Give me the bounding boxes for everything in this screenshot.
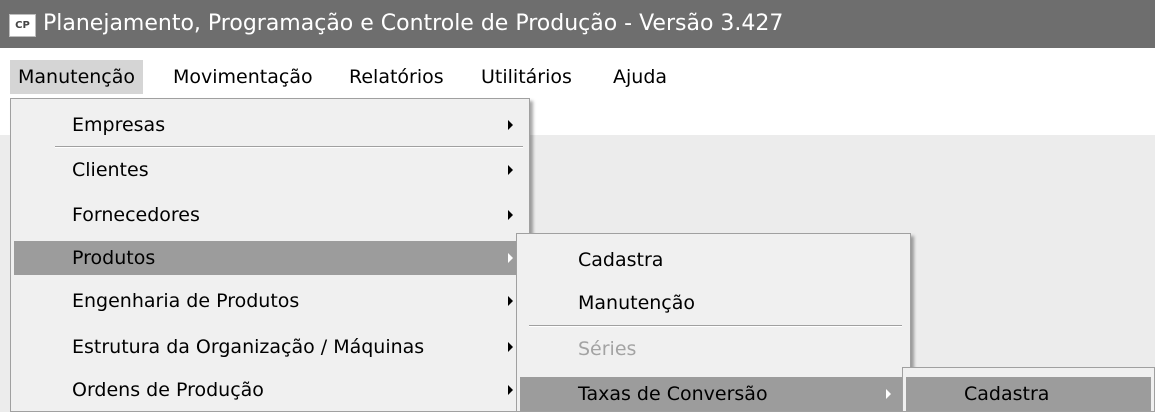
menu-item-series: Séries	[520, 332, 907, 366]
menu-manutencao[interactable]: Manutenção	[10, 60, 144, 94]
menu-item-label: Clientes	[72, 159, 149, 181]
submenu-taxas-de-conversao: Cadastra	[902, 367, 1155, 412]
menu-item-taxas-de-conversao[interactable]: Taxas de Conversão	[520, 377, 907, 411]
app-icon[interactable]: CP	[9, 14, 36, 37]
menu-item-manutencao[interactable]: Manutenção	[520, 286, 907, 320]
menu-item-engenharia-de-produtos[interactable]: Engenharia de Produtos	[14, 284, 526, 318]
menu-item-label: Fornecedores	[72, 204, 200, 226]
menu-item-label: Empresas	[72, 114, 166, 136]
submenu-arrow-icon	[508, 253, 513, 263]
menu-movimentacao[interactable]: Movimentação	[165, 60, 321, 94]
menu-item-estrutura-organizacao[interactable]: Estrutura da Organização / Máquinas	[14, 330, 526, 364]
menu-item-label: Cadastra	[964, 383, 1050, 405]
menu-separator	[529, 325, 902, 327]
window-title: Planejamento, Programação e Controle de …	[43, 11, 784, 36]
menu-item-produtos[interactable]: Produtos	[14, 241, 526, 275]
menu-bar: Manutenção Movimentação Relatórios Utili…	[0, 60, 1155, 94]
dropdown-manutencao: Empresas Clientes Fornecedores Produtos …	[10, 98, 530, 412]
submenu-arrow-icon	[508, 120, 513, 130]
menu-item-label: Manutenção	[578, 292, 696, 314]
menu-item-clientes[interactable]: Clientes	[14, 153, 526, 187]
menu-separator	[55, 146, 523, 148]
menu-item-empresas[interactable]: Empresas	[14, 108, 526, 142]
menu-relatorios[interactable]: Relatórios	[341, 60, 452, 94]
menu-utilitarios[interactable]: Utilitários	[473, 60, 580, 94]
submenu-arrow-icon	[886, 389, 891, 399]
menu-item-label: Taxas de Conversão	[578, 383, 768, 405]
submenu-arrow-icon	[508, 385, 513, 395]
menu-item-label: Séries	[578, 338, 637, 360]
menu-item-label: Produtos	[72, 247, 156, 269]
menu-item-ordens-de-producao[interactable]: Ordens de Produção	[14, 373, 526, 407]
submenu-arrow-icon	[508, 210, 513, 220]
menu-ajuda[interactable]: Ajuda	[605, 60, 675, 94]
submenu-arrow-icon	[508, 296, 513, 306]
menu-item-label: Cadastra	[578, 249, 664, 271]
submenu-produtos: Cadastra Manutenção Séries Taxas de Conv…	[516, 233, 911, 412]
submenu-arrow-icon	[508, 342, 513, 352]
menu-item-cadastra-taxas[interactable]: Cadastra	[906, 377, 1151, 411]
menu-item-cadastra[interactable]: Cadastra	[520, 243, 907, 277]
menu-item-label: Ordens de Produção	[72, 379, 264, 401]
submenu-arrow-icon	[508, 165, 513, 175]
menu-item-label: Engenharia de Produtos	[72, 290, 300, 312]
menu-item-fornecedores[interactable]: Fornecedores	[14, 198, 526, 232]
menu-item-label: Estrutura da Organização / Máquinas	[72, 336, 425, 358]
title-bar: CP Planejamento, Programação e Controle …	[0, 0, 1155, 48]
